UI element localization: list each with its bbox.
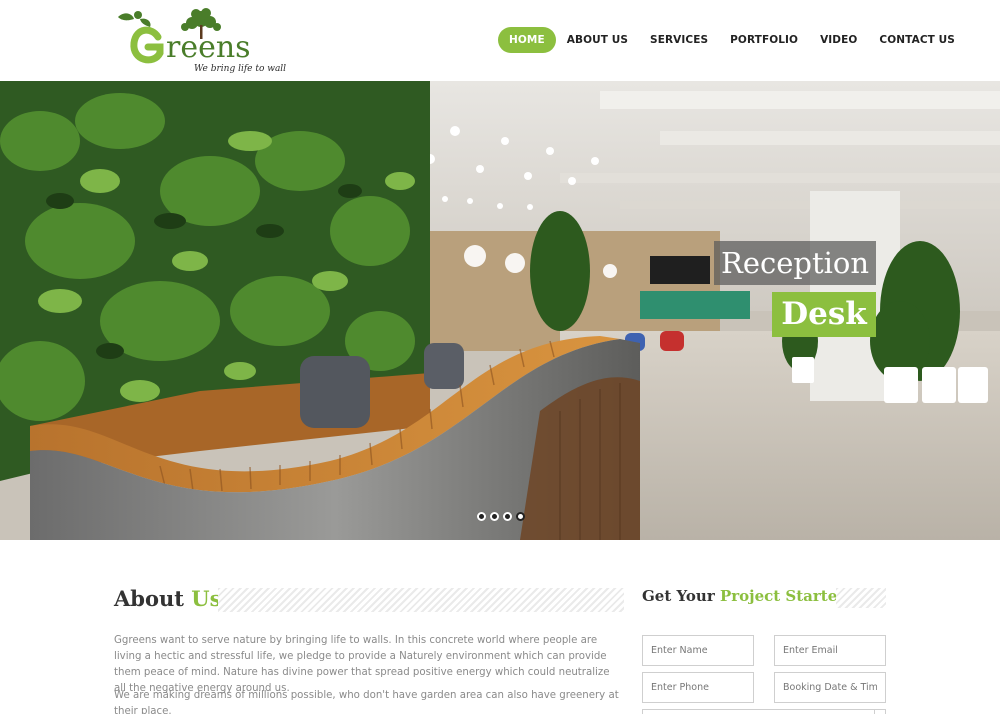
heading-stripe-decoration xyxy=(218,588,624,612)
nav-portfolio[interactable]: PORTFOLIO xyxy=(719,27,809,53)
about-heading: About Us xyxy=(114,586,221,611)
message-textarea[interactable] xyxy=(642,709,886,714)
nav-home[interactable]: HOME xyxy=(498,27,556,53)
slider-dot-4[interactable] xyxy=(516,512,525,521)
project-form-heading-plain: Get Your xyxy=(642,587,715,605)
form-heading-stripe-decoration xyxy=(836,588,886,608)
slider-dot-1[interactable] xyxy=(477,512,486,521)
nav-video[interactable]: VIDEO xyxy=(809,27,868,53)
nav-services[interactable]: SERVICES xyxy=(639,27,719,53)
logo-wordmark: reens xyxy=(166,30,251,65)
about-paragraph-2: We are making dreams of millions possibl… xyxy=(114,690,619,714)
slider-dot-2[interactable] xyxy=(490,512,499,521)
nav-contact-us[interactable]: CONTACT US xyxy=(868,27,966,53)
slider-pagination xyxy=(477,512,525,521)
name-input[interactable] xyxy=(642,635,754,666)
main-nav: HOME ABOUT US SERVICES PORTFOLIO VIDEO C… xyxy=(498,27,966,53)
booking-date-input[interactable] xyxy=(774,672,886,703)
textarea-resize-handle[interactable] xyxy=(874,709,886,714)
phone-input[interactable] xyxy=(642,672,754,703)
about-heading-plain: About xyxy=(114,586,184,611)
ggreens-logo[interactable]: reens We bring life to walls xyxy=(114,5,286,75)
about-heading-accent: Us xyxy=(191,586,222,611)
hero-caption-line1: Reception xyxy=(714,241,876,285)
logo-tagline: We bring life to walls xyxy=(194,64,286,74)
site-header: reens We bring life to walls HOME ABOUT … xyxy=(0,0,1000,81)
hero-caption-line2: Desk xyxy=(772,292,876,337)
nav-about-us[interactable]: ABOUT US xyxy=(556,27,639,53)
slider-dot-3[interactable] xyxy=(503,512,512,521)
project-form-heading: Get Your Project Started xyxy=(642,587,848,605)
email-input[interactable] xyxy=(774,635,886,666)
project-form-heading-accent: Project Started xyxy=(719,587,848,605)
